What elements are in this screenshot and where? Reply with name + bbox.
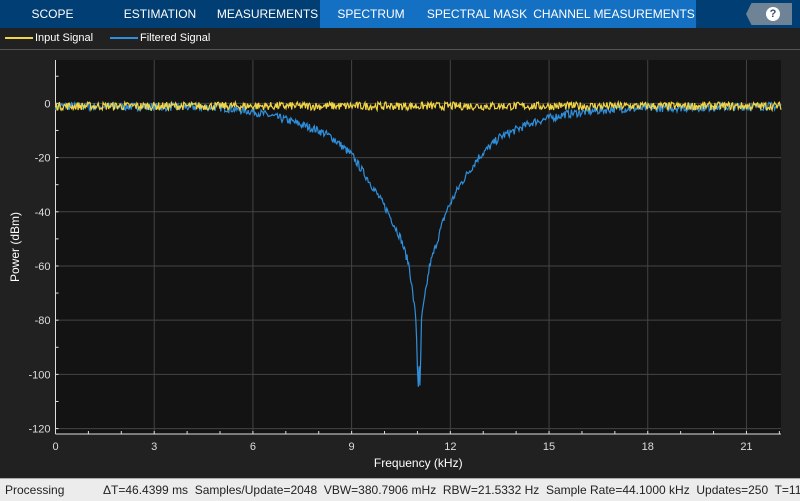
y-axis-label: Power (dBm)	[8, 212, 22, 282]
x-tick-label: 21	[740, 441, 752, 453]
x-tick-label: 0	[52, 441, 58, 453]
x-axis-label: Frequency (kHz)	[374, 456, 463, 470]
x-tick-label: 3	[151, 441, 157, 453]
status-measurements: ΔT=46.4399 ms Samples/Update=2048 VBW=38…	[103, 483, 800, 497]
spectrum-plot[interactable]: 0 3 6 9 12 15 18 21 0 -20 -40 -60 -80 -100 -120 Frequen…	[0, 0, 800, 478]
y-tick-label: -60	[35, 261, 51, 273]
y-tick-label: -80	[35, 315, 51, 327]
x-tick-label: 18	[642, 441, 654, 453]
y-tick-label: -100	[28, 369, 50, 381]
status-state: Processing	[5, 483, 65, 497]
x-tick-label: 6	[250, 441, 256, 453]
y-tick-label: -40	[35, 207, 51, 219]
status-bar: Processing ΔT=46.4399 ms Samples/Update=…	[0, 478, 800, 501]
x-tick-label: 12	[444, 441, 456, 453]
x-tick-label: 15	[543, 441, 555, 453]
x-tick-label: 9	[349, 441, 355, 453]
y-tick-label: -120	[28, 424, 50, 436]
y-tick-label: 0	[44, 98, 50, 110]
y-tick-label: -20	[35, 153, 51, 165]
